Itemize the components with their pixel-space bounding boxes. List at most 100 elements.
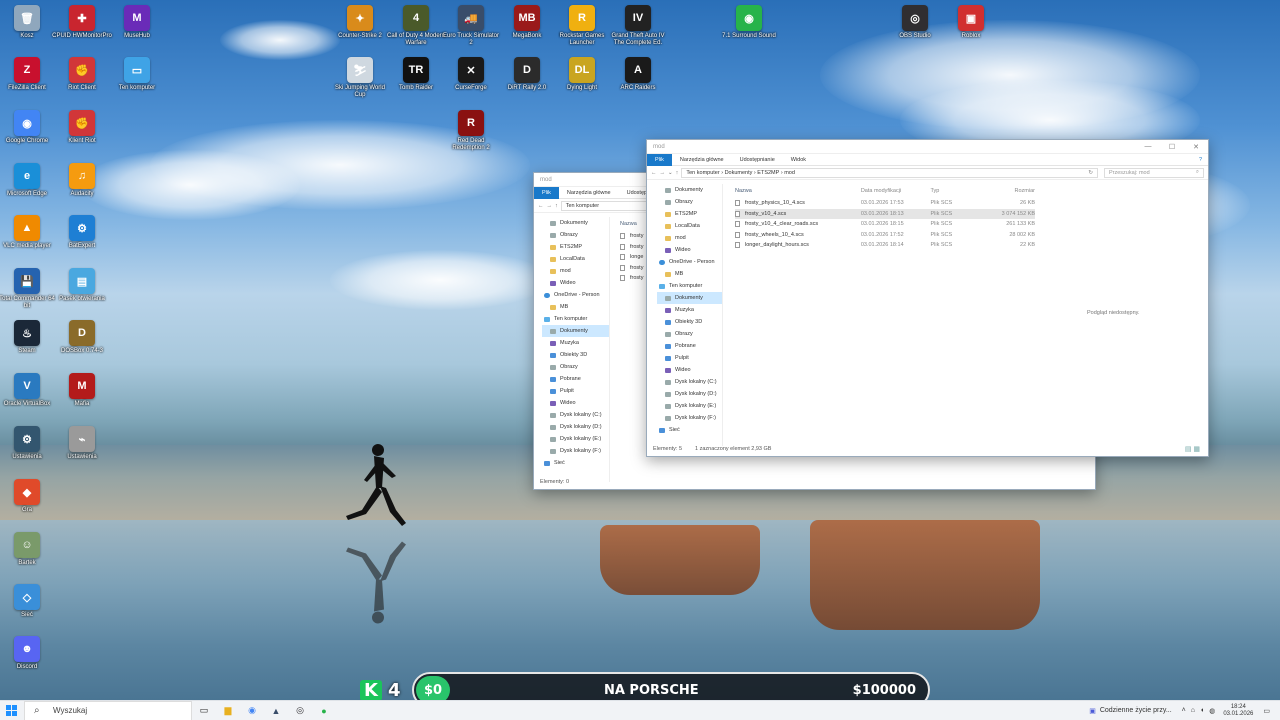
desktop-icon-riot-client[interactable]: ✊ Klient Riot — [52, 110, 112, 145]
ribbon-tab-view[interactable]: Widok — [783, 157, 814, 163]
nav-item[interactable]: Wideo — [542, 277, 609, 289]
task-view-icon[interactable]: ▭ — [192, 701, 216, 720]
desktop-icon-mafia[interactable]: M Mafia — [52, 373, 112, 408]
desktop-icon-ski-jumping[interactable]: ⛷ Ski Jumping World Cup — [330, 57, 390, 99]
desktop-icon-batexpert[interactable]: ⚙ BatExpert — [52, 215, 112, 250]
file-explorer-taskbar-icon[interactable]: ▆ — [216, 701, 240, 720]
desktop-icon-obs[interactable]: ◎ OBS Studio — [885, 5, 945, 40]
desktop-icon-panel[interactable]: ▤ Pasek otwierania — [52, 268, 112, 303]
desktop-icon-dying-light[interactable]: DL Dying Light — [552, 57, 612, 92]
file-row[interactable]: frosty_v10_4.scs 03.01.2026 18:13 Plik SCS… — [735, 208, 1035, 219]
nav-item[interactable]: Wideo — [657, 364, 722, 376]
nav-item[interactable]: Obrazy — [657, 328, 722, 340]
search-input[interactable]: Przeszukaj: mod ⌕ — [1104, 167, 1204, 178]
nav-item[interactable]: Sieć — [657, 424, 722, 436]
nav-item[interactable]: LocalData — [657, 220, 722, 232]
nav-item[interactable]: Dysk lokalny (C:) — [657, 376, 722, 388]
file-row[interactable]: frosty_wheels_10_4.scs 03.01.2026 17:52 Pl… — [735, 230, 1035, 241]
nav-item[interactable]: Dokumenty — [657, 184, 722, 196]
address-bar[interactable]: Ten komputer › Dokumenty › ETS2MP › mod … — [681, 167, 1098, 178]
clock[interactable]: 18:24 03.01.2026 — [1223, 704, 1253, 718]
desktop-icon-ets2[interactable]: 🚚 Euro Truck Simulator 2 — [441, 5, 501, 47]
file-row[interactable]: longer_daylight_hours.scs 03.01.2026 18:1… — [735, 240, 1035, 251]
desktop-icon-chrome[interactable]: ◉ Google Chrome — [0, 110, 57, 145]
nav-item[interactable]: Dysk lokalny (E:) — [542, 433, 609, 445]
nav-item[interactable]: ETS2MP — [542, 241, 609, 253]
nav-item[interactable]: Wideo — [542, 397, 609, 409]
volume-tray-icon[interactable]: ◖ — [1200, 707, 1204, 714]
desktop-icon-gta4[interactable]: IV Grand Theft Auto IV The Complete Ed. — [608, 5, 668, 47]
desktop-icon-virtualbox[interactable]: V Oracle VirtualBox — [0, 373, 57, 408]
desktop-icon-game-app[interactable]: ◆ Gra — [0, 479, 57, 514]
desktop-icon-filezilla[interactable]: Z FileZilla Client — [0, 57, 57, 92]
close-icon[interactable]: ✕ — [1184, 143, 1208, 151]
nav-item[interactable]: Dokumenty — [542, 217, 609, 229]
nav-item[interactable]: Obrazy — [657, 196, 722, 208]
forward-arrow-icon[interactable]: → — [660, 170, 666, 176]
taskbar-search-input[interactable]: ⌕ Wyszukaj — [24, 700, 192, 720]
desktop-icon-vlc[interactable]: ▲ VLC media player — [0, 215, 57, 250]
nav-item[interactable]: Obrazy — [542, 361, 609, 373]
desktop-icon-edge[interactable]: e Microsoft Edge — [0, 163, 57, 198]
breadcrumb-ets2mp[interactable]: ETS2MP — [757, 170, 779, 176]
desktop-icon-network-tool[interactable]: ⌁ Ustawienia — [52, 426, 112, 461]
nav-item[interactable]: Dokumenty — [542, 325, 609, 337]
nav-item[interactable]: OneDrive - Person — [657, 256, 722, 268]
nav-item[interactable]: Dokumenty — [657, 292, 722, 304]
desktop-icon-dirt-rally[interactable]: D DiRT Rally 2.0 — [497, 57, 557, 92]
show-hidden-icons-chevron-icon[interactable]: ˄ — [1182, 707, 1186, 714]
mic-tray-icon[interactable]: ◍ — [1209, 707, 1215, 715]
desktop-icon-dosbox[interactable]: D DOSBox 0.74-3 — [52, 320, 112, 355]
chrome-taskbar-icon[interactable]: ◉ — [240, 701, 264, 720]
nav-item[interactable]: Pobrane — [542, 373, 609, 385]
nav-item[interactable]: Sieć — [542, 457, 609, 469]
desktop-icon-network[interactable]: ◇ Sieć — [0, 584, 57, 619]
nav-item[interactable]: Dysk lokalny (E:) — [657, 400, 722, 412]
nav-item[interactable]: Wideo — [657, 244, 722, 256]
forward-arrow-icon[interactable]: → — [547, 203, 553, 209]
news-widget-icon[interactable]: ▣ — [1089, 707, 1096, 715]
nav-item[interactable]: Obrazy — [542, 229, 609, 241]
nav-item[interactable]: Pobrane — [657, 340, 722, 352]
desktop-icon-total-commander[interactable]: 💾 Total Commander 64 bit — [0, 268, 57, 310]
nav-item[interactable]: Muzyka — [657, 304, 722, 316]
desktop-icon-rockstar[interactable]: R Rockstar Games Launcher — [552, 5, 612, 47]
network-tray-icon[interactable]: ⌂ — [1191, 707, 1195, 714]
nav-item[interactable]: Pulpit — [657, 352, 722, 364]
news-widget-text[interactable]: Codzienne życie przy... — [1100, 707, 1172, 714]
nav-item[interactable]: Dysk lokalny (D:) — [657, 388, 722, 400]
ribbon-tab-home[interactable]: Narzędzia główne — [559, 190, 619, 196]
window-titlebar[interactable]: mod — ☐ ✕ — [647, 140, 1208, 154]
up-arrow-icon[interactable]: ↑ — [555, 203, 558, 209]
up-arrow-icon[interactable]: ↑ — [676, 170, 679, 176]
breadcrumb-documents[interactable]: Dokumenty — [725, 170, 753, 176]
nav-item[interactable]: MB — [542, 301, 609, 313]
desktop-icon-cs2[interactable]: ✦ Counter-Strike 2 — [330, 5, 390, 40]
recent-chevron-icon[interactable]: ⌄ — [668, 170, 673, 176]
ribbon-tab-home[interactable]: Narzędzia główne — [672, 157, 732, 163]
nav-item[interactable]: mod — [657, 232, 722, 244]
spotify-taskbar-icon[interactable]: ● — [312, 701, 336, 720]
column-header-size[interactable]: Rozmiar — [977, 188, 1035, 194]
nav-item[interactable]: Ten komputer — [542, 313, 609, 325]
obs-taskbar-icon[interactable]: ◎ — [288, 701, 312, 720]
nav-item[interactable]: Obiekty 3D — [657, 316, 722, 328]
column-header-type[interactable]: Typ — [930, 188, 976, 194]
back-arrow-icon[interactable]: ← — [538, 203, 544, 209]
explorer-window-front[interactable]: mod — ☐ ✕ Plik Narzędzia główne Udostępn… — [646, 139, 1209, 457]
desktop-icon-megabonk[interactable]: MB MegaBonk — [497, 5, 557, 40]
refresh-icon[interactable]: ↻ — [1088, 170, 1093, 176]
desktop-icon-audacity[interactable]: ♫ Audacity — [52, 163, 112, 198]
desktop-icon-rdr2[interactable]: R Red Dead Redemption 2 — [441, 110, 501, 152]
desktop-icon-arc-raiders[interactable]: A ARC Raiders — [608, 57, 668, 92]
nav-item[interactable]: mod — [542, 265, 609, 277]
nav-item[interactable]: ETS2MP — [657, 208, 722, 220]
nav-item[interactable]: Pulpit — [542, 385, 609, 397]
nav-item[interactable]: MB — [657, 268, 722, 280]
nav-item[interactable]: Dysk lokalny (D:) — [542, 421, 609, 433]
ribbon-tab-share[interactable]: Udostępnianie — [732, 157, 783, 163]
minimize-icon[interactable]: — — [1136, 143, 1160, 151]
desktop-icon-this-pc[interactable]: ▭ Ten komputer — [107, 57, 167, 92]
nav-item[interactable]: LocalData — [542, 253, 609, 265]
notifications-icon[interactable]: ▭ — [1263, 707, 1270, 715]
